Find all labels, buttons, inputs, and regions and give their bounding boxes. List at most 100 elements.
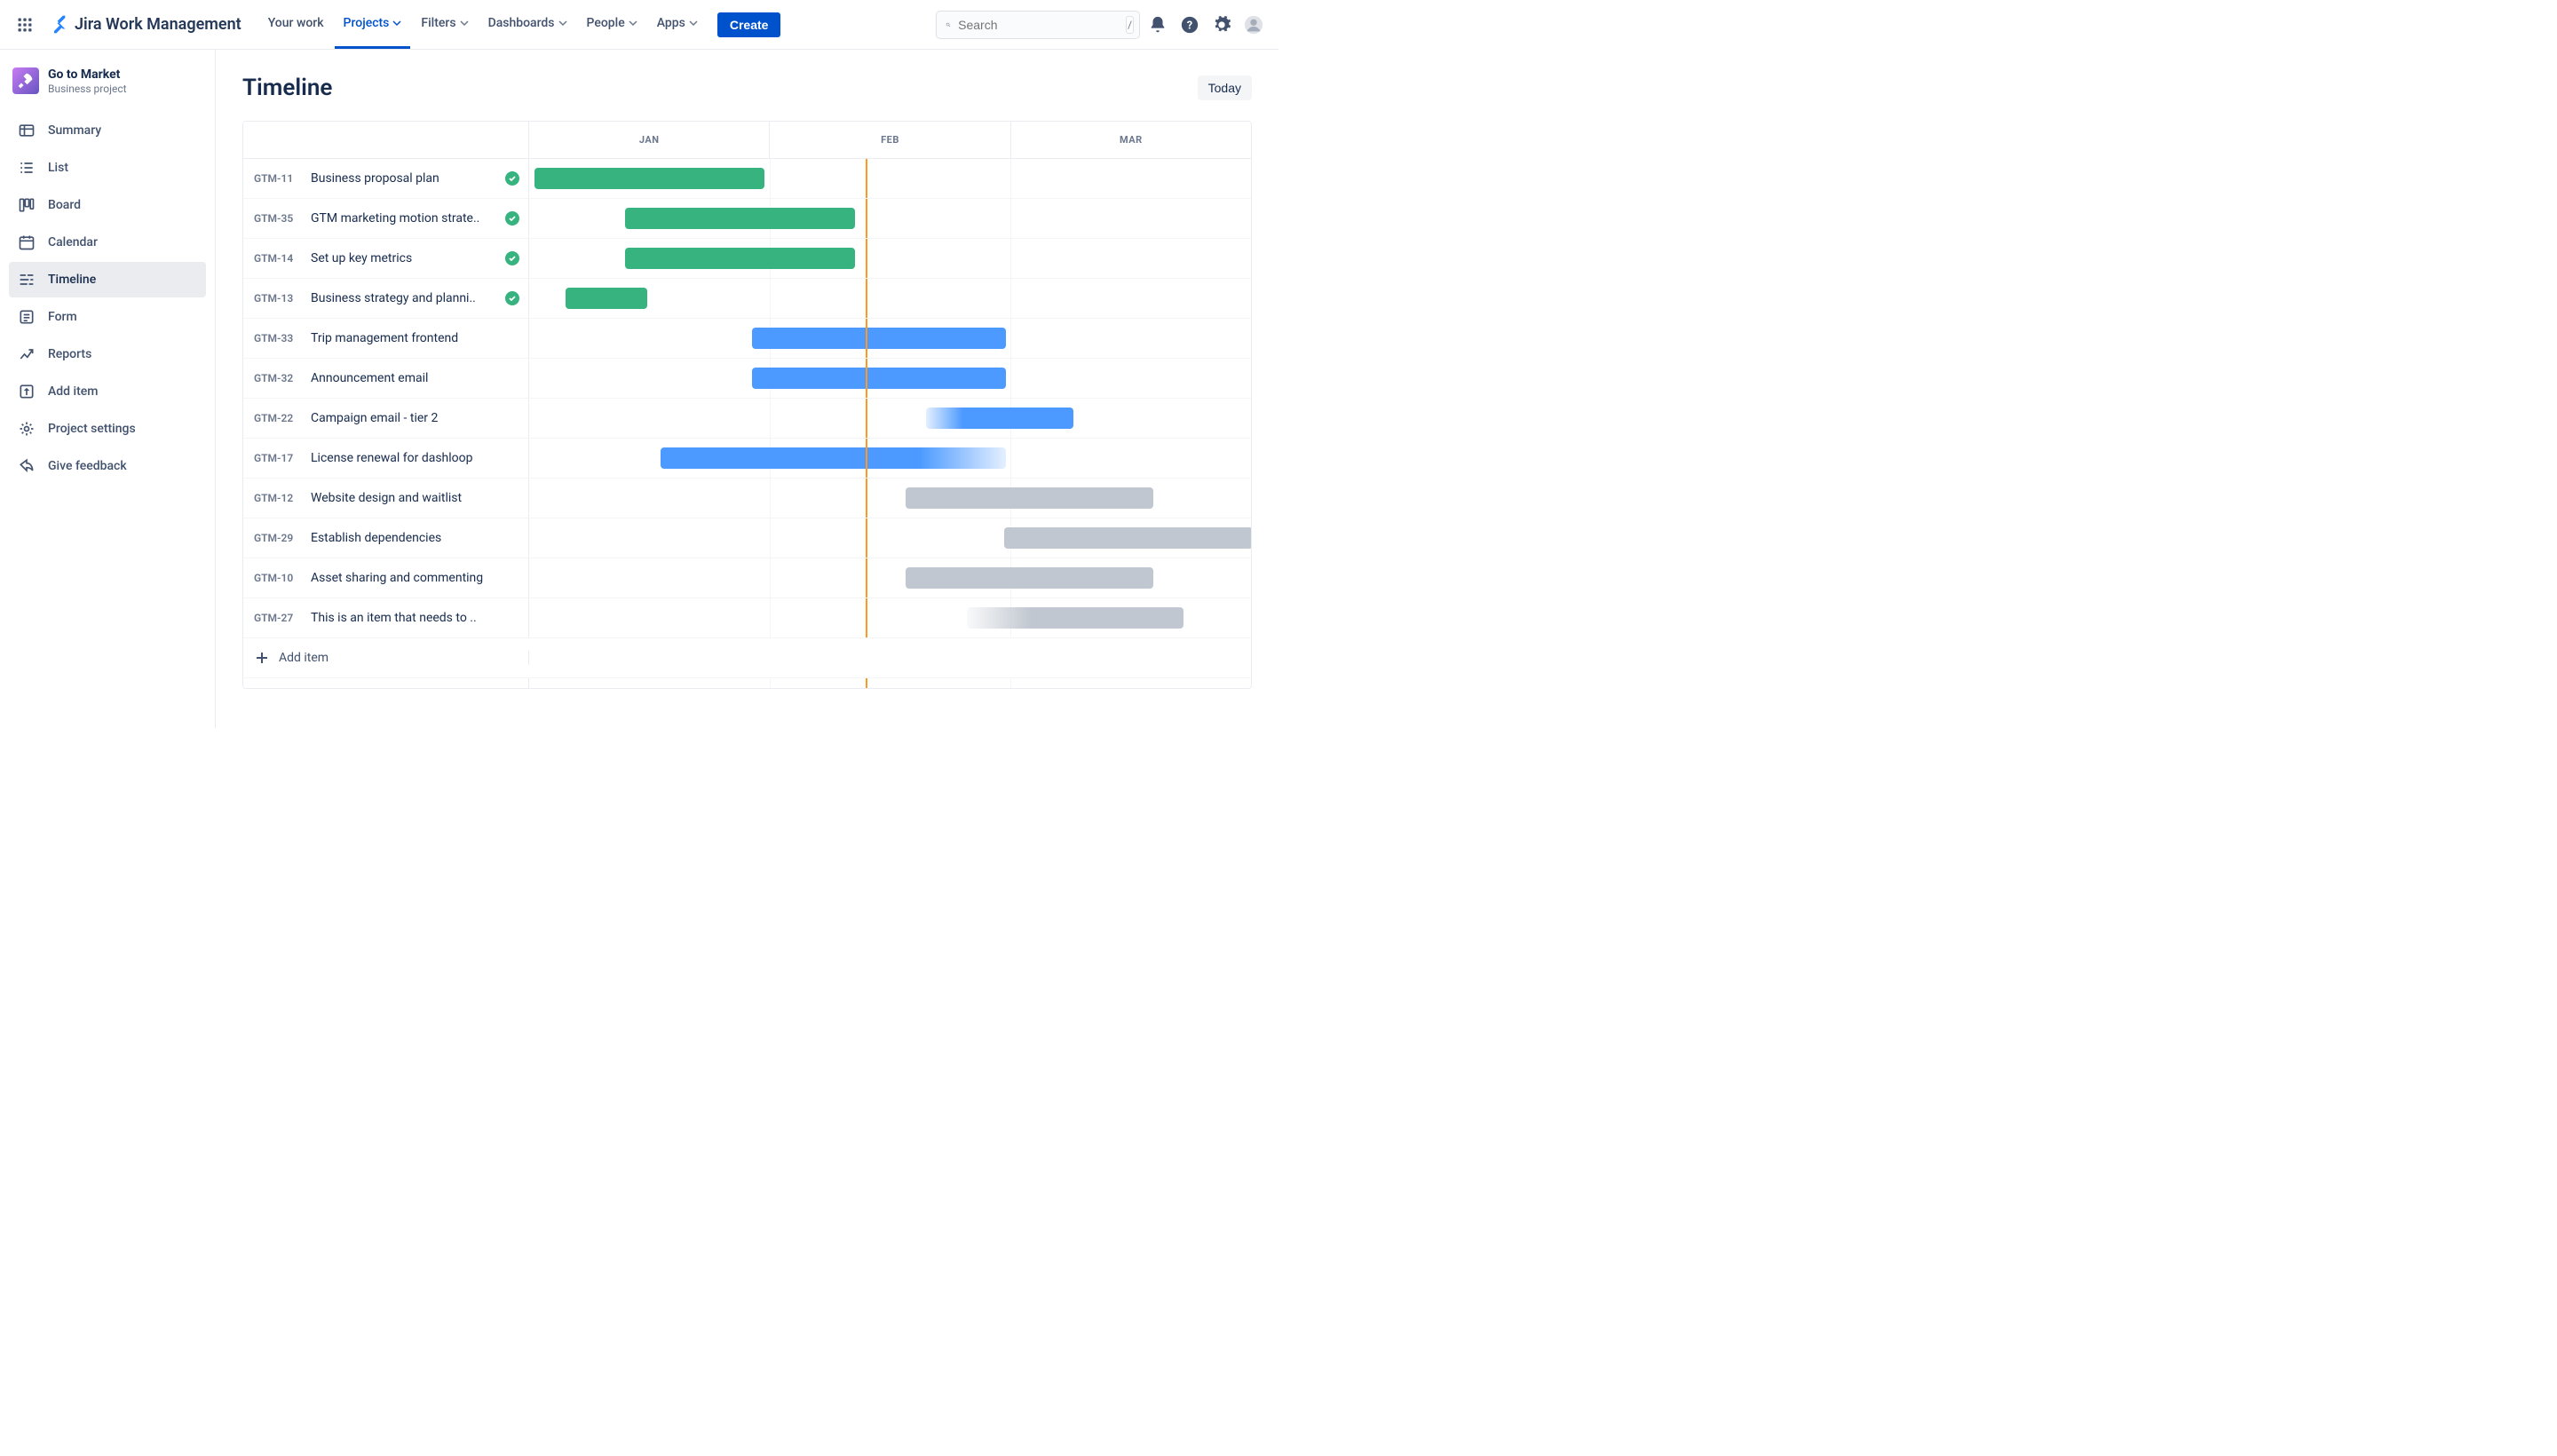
task-key: GTM-12 xyxy=(254,492,302,504)
task-title: Business strategy and planni.. xyxy=(311,291,496,305)
sidebar-item-add-item[interactable]: Add item xyxy=(9,374,206,409)
profile-button[interactable] xyxy=(1239,11,1268,39)
nav-your-work-label: Your work xyxy=(268,16,324,30)
timeline-row-left: GTM-17License renewal for dashloop xyxy=(243,439,529,478)
task-bar[interactable] xyxy=(625,208,855,229)
sidebar-item-summary[interactable]: Summary xyxy=(9,113,206,148)
chevron-down-icon xyxy=(558,19,567,28)
sidebar-item-label: Timeline xyxy=(48,273,96,287)
calendar-icon xyxy=(18,233,36,251)
app-switcher-icon xyxy=(16,16,34,34)
sidebar-item-label: Summary xyxy=(48,123,101,138)
done-icon xyxy=(505,291,519,305)
timeline-row-left: GTM-11Business proposal plan xyxy=(243,159,529,198)
task-bar[interactable] xyxy=(967,607,1184,629)
rocket-icon xyxy=(17,72,35,90)
chevron-down-icon xyxy=(689,19,698,28)
task-bar[interactable] xyxy=(906,487,1154,509)
task-bar[interactable] xyxy=(566,288,648,309)
task-bar[interactable] xyxy=(661,447,1006,469)
sidebar-item-label: Calendar xyxy=(48,235,98,249)
search-icon xyxy=(946,18,951,32)
task-key: GTM-13 xyxy=(254,292,302,305)
timeline-row[interactable]: GTM-33Trip management frontend xyxy=(243,319,1251,359)
nav-people[interactable]: People xyxy=(578,1,646,49)
task-title: This is an item that needs to .. xyxy=(311,611,519,625)
timeline-row[interactable]: GTM-10Asset sharing and commenting xyxy=(243,558,1251,598)
nav-filters[interactable]: Filters xyxy=(412,1,477,49)
timeline-row-left: GTM-22 Campaign email - tier 2 xyxy=(243,399,529,438)
timeline-row[interactable]: GTM-14Set up key metrics xyxy=(243,239,1251,279)
task-bar[interactable] xyxy=(752,328,1005,349)
sidebar-item-form[interactable]: Form xyxy=(9,299,206,335)
sidebar-item-reports[interactable]: Reports xyxy=(9,336,206,372)
timeline-row[interactable]: GTM-29Establish dependencies xyxy=(243,518,1251,558)
timeline-row[interactable]: GTM-35 GTM marketing motion strate.. xyxy=(243,199,1251,239)
timeline-row-right xyxy=(529,319,1251,358)
nav-apps-label: Apps xyxy=(657,16,685,30)
task-bar[interactable] xyxy=(534,168,764,189)
settings-button[interactable] xyxy=(1207,11,1236,39)
nav-your-work[interactable]: Your work xyxy=(259,1,333,49)
task-key: GTM-22 xyxy=(254,412,302,424)
add-item-button[interactable]: Add item xyxy=(243,651,529,665)
done-icon xyxy=(505,211,519,226)
sidebar-item-project-settings[interactable]: Project settings xyxy=(9,411,206,447)
nav-dashboards[interactable]: Dashboards xyxy=(479,1,576,49)
task-bar[interactable] xyxy=(625,248,855,269)
notifications-button[interactable] xyxy=(1144,11,1172,39)
task-bar[interactable] xyxy=(752,368,1005,389)
month-feb: FEB xyxy=(770,122,1010,158)
nav-projects[interactable]: Projects xyxy=(335,1,411,49)
today-marker xyxy=(866,598,867,637)
task-key: GTM-33 xyxy=(254,332,302,344)
task-key: GTM-10 xyxy=(254,572,302,584)
timeline-row-right xyxy=(529,558,1251,597)
timeline-empty-row xyxy=(243,678,1251,688)
timeline-body[interactable]: GTM-11Business proposal plan GTM-35 GTM ma… xyxy=(243,159,1251,688)
task-key: GTM-35 xyxy=(254,212,302,225)
timeline-row-right xyxy=(529,199,1251,238)
project-settings-icon xyxy=(18,420,36,438)
sidebar-item-give-feedback[interactable]: Give feedback xyxy=(9,448,206,484)
today-button[interactable]: Today xyxy=(1198,75,1252,100)
sidebar-item-label: Form xyxy=(48,310,77,324)
task-bar[interactable] xyxy=(1004,527,1251,549)
timeline-row[interactable]: GTM-32Announcement email xyxy=(243,359,1251,399)
timeline-row[interactable]: GTM-27 This is an item that needs to .. xyxy=(243,598,1251,638)
search-input[interactable] xyxy=(958,18,1119,32)
add-item-row: Add item xyxy=(243,638,1251,678)
timeline: JANFEBMAR GTM-11Business proposal planGT… xyxy=(242,121,1252,689)
task-title: Set up key metrics xyxy=(311,251,496,265)
project-header[interactable]: Go to Market Business project xyxy=(9,67,206,113)
task-bar[interactable] xyxy=(926,408,1073,429)
search-shortcut: / xyxy=(1126,16,1134,34)
search-box[interactable]: / xyxy=(936,11,1140,39)
task-title: GTM marketing motion strate.. xyxy=(311,211,496,226)
task-title: Website design and waitlist xyxy=(311,491,519,505)
timeline-row[interactable]: GTM-12 Website design and waitlist xyxy=(243,479,1251,518)
sidebar-item-board[interactable]: Board xyxy=(9,187,206,223)
task-bar[interactable] xyxy=(906,567,1154,589)
task-title: Business proposal plan xyxy=(311,171,496,186)
help-button[interactable]: ? xyxy=(1176,11,1204,39)
plus-icon xyxy=(256,652,268,664)
nav-apps[interactable]: Apps xyxy=(648,1,707,49)
timeline-row[interactable]: GTM-13 Business strategy and planni.. xyxy=(243,279,1251,319)
list-icon xyxy=(18,159,36,177)
timeline-row[interactable]: GTM-11Business proposal plan xyxy=(243,159,1251,199)
sidebar-item-list[interactable]: List xyxy=(9,150,206,186)
sidebar-item-timeline[interactable]: Timeline xyxy=(9,262,206,297)
create-button[interactable]: Create xyxy=(717,12,781,37)
app-switcher-button[interactable] xyxy=(11,11,39,39)
task-key: GTM-27 xyxy=(254,612,302,624)
today-marker xyxy=(866,239,867,278)
chevron-down-icon xyxy=(392,19,401,28)
product-logo[interactable]: Jira Work Management xyxy=(43,15,249,35)
timeline-months: JANFEBMAR xyxy=(529,122,1251,158)
today-marker xyxy=(866,479,867,518)
timeline-row[interactable]: GTM-17License renewal for dashloop xyxy=(243,439,1251,479)
sidebar-item-calendar[interactable]: Calendar xyxy=(9,225,206,260)
task-title: Campaign email - tier 2 xyxy=(311,411,519,425)
timeline-row[interactable]: GTM-22 Campaign email - tier 2 xyxy=(243,399,1251,439)
